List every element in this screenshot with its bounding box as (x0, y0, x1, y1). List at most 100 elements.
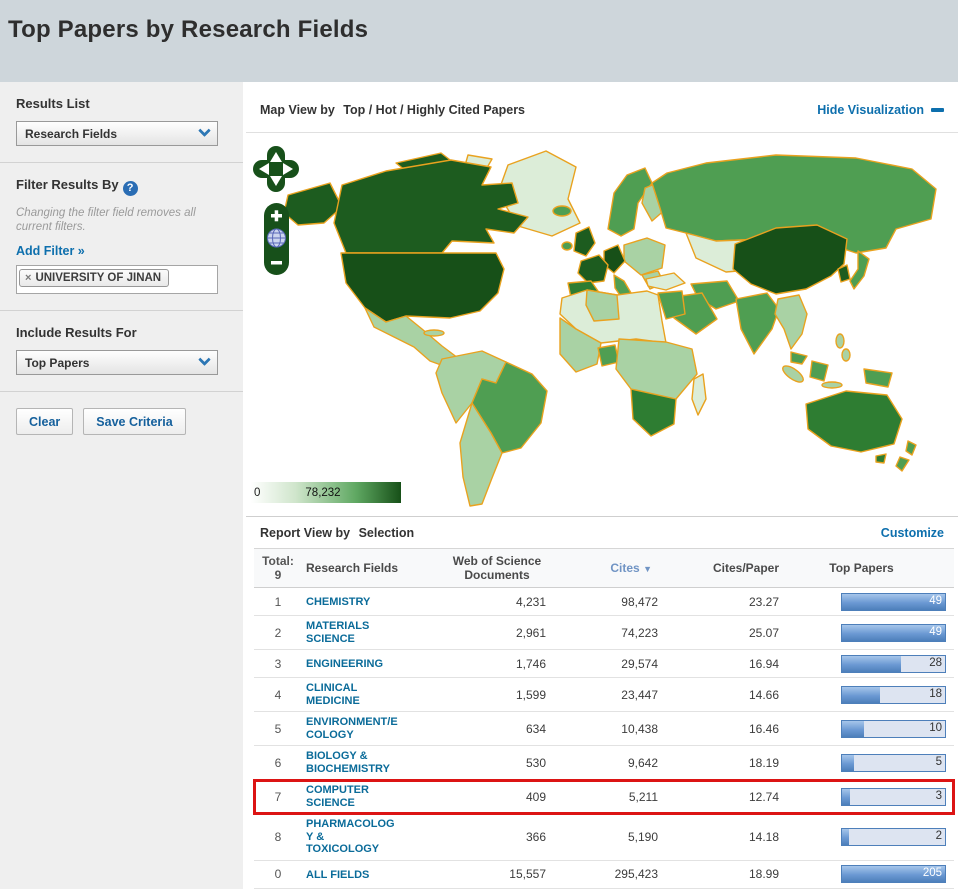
table-row: 2 MATERIALS SCIENCE 2,961 74,223 25.07 4… (254, 616, 954, 650)
row-docs: 634 (432, 722, 572, 736)
include-results-selected: Top Papers (25, 356, 89, 370)
row-cites-per-paper: 23.27 (662, 595, 787, 609)
row-rank: 3 (254, 657, 302, 671)
column-header-wos-documents: Web of Science Documents (432, 554, 572, 582)
table-header-row: Total: 9 Research Fields Web of Science … (254, 548, 954, 588)
help-icon[interactable]: ? (123, 181, 138, 196)
report-view-header: Report View by Selection Customize (246, 517, 958, 548)
top-papers-bar: 49 (841, 593, 946, 611)
filter-label: Filter Results By (16, 177, 119, 192)
table-row: 3 ENGINEERING 1,746 29,574 16.94 28 (254, 650, 954, 678)
row-cites-per-paper: 14.18 (662, 830, 787, 844)
row-rank: 0 (254, 867, 302, 881)
top-papers-bar-value: 2 (936, 830, 942, 842)
results-list-select[interactable]: Research Fields (16, 121, 218, 146)
row-cites: 74,223 (572, 626, 662, 640)
table-row: 8 PHARMACOLOGY & TOXICOLOGY 366 5,190 14… (254, 814, 954, 861)
hide-visualization-link[interactable]: Hide Visualization (817, 103, 944, 117)
top-papers-bar-value: 49 (929, 595, 942, 607)
row-field-link[interactable]: ENGINEERING (306, 658, 398, 671)
filter-note: Changing the filter field removes all cu… (16, 206, 227, 234)
row-docs: 4,231 (432, 595, 572, 609)
row-cites: 295,423 (572, 867, 662, 881)
row-field-link[interactable]: ALL FIELDS (306, 869, 398, 882)
add-filter-link[interactable]: Add Filter » (16, 244, 85, 258)
row-docs: 15,557 (432, 867, 572, 881)
main-panel: Map View by Top / Hot / Highly Cited Pap… (246, 82, 958, 889)
include-results-label: Include Results For (16, 325, 227, 340)
row-cites: 5,190 (572, 830, 662, 844)
column-header-cites-per-paper: Cites/Paper (662, 561, 787, 575)
results-list-section: Results List Research Fields (0, 82, 243, 163)
top-papers-bar-fill (842, 829, 849, 845)
top-papers-bar-fill (842, 755, 854, 771)
report-view-title: Selection (359, 526, 415, 540)
top-papers-bar: 205 (841, 865, 946, 883)
clear-button[interactable]: Clear (16, 408, 73, 435)
world-map: 0 78,232 (246, 133, 958, 517)
include-results-select[interactable]: Top Papers (16, 350, 218, 375)
include-results-section: Include Results For Top Papers (0, 311, 243, 392)
report-view-label: Report View by (260, 526, 350, 540)
map-zoom-control (264, 203, 289, 275)
column-header-research-fields: Research Fields (302, 561, 432, 575)
minus-icon (931, 108, 944, 112)
row-cites-per-paper: 16.94 (662, 657, 787, 671)
row-cites: 9,642 (572, 756, 662, 770)
top-papers-bar-value: 10 (929, 722, 942, 734)
chevron-down-icon (191, 122, 217, 145)
row-rank: 4 (254, 688, 302, 702)
top-papers-bar: 49 (841, 624, 946, 642)
row-rank: 5 (254, 722, 302, 736)
row-field-link[interactable]: ENVIRONMENT/ECOLOGY (306, 716, 398, 741)
results-list-label: Results List (16, 96, 227, 111)
row-field-link[interactable]: PHARMACOLOGY & TOXICOLOGY (306, 818, 398, 856)
table-row: 4 CLINICAL MEDICINE 1,599 23,447 14.66 1… (254, 678, 954, 712)
page-title: Top Papers by Research Fields (8, 16, 948, 44)
table-row: 1 CHEMISTRY 4,231 98,472 23.27 49 (254, 588, 954, 616)
save-criteria-button[interactable]: Save Criteria (83, 408, 185, 435)
row-field-link[interactable]: CHEMISTRY (306, 596, 398, 609)
top-papers-bar-value: 3 (936, 790, 942, 802)
top-papers-bar-fill (842, 656, 901, 672)
row-field-link[interactable]: COMPUTER SCIENCE (306, 784, 398, 809)
chevron-down-icon (191, 351, 217, 374)
row-docs: 1,599 (432, 688, 572, 702)
column-header-cites-sort[interactable]: Cites ▼ (572, 561, 662, 575)
report-table-body: 1 CHEMISTRY 4,231 98,472 23.27 49 2 MATE… (254, 588, 954, 889)
row-rank: 2 (254, 626, 302, 640)
row-field-link[interactable]: MATERIALS SCIENCE (306, 620, 398, 645)
row-rank: 1 (254, 595, 302, 609)
report-table: Total: 9 Research Fields Web of Science … (254, 548, 954, 889)
choropleth-map[interactable] (246, 133, 954, 517)
row-cites-per-paper: 25.07 (662, 626, 787, 640)
filter-tag-label: UNIVERSITY OF JINAN (35, 272, 161, 284)
results-list-selected: Research Fields (25, 127, 117, 141)
total-value: 9 (254, 568, 302, 582)
filter-input[interactable]: × UNIVERSITY OF JINAN (16, 265, 218, 294)
sort-descending-icon: ▼ (643, 564, 652, 574)
top-papers-bar: 18 (841, 686, 946, 704)
row-cites: 23,447 (572, 688, 662, 702)
row-rank: 7 (254, 790, 302, 804)
row-cites: 29,574 (572, 657, 662, 671)
map-pan-control (253, 146, 299, 192)
row-field-link[interactable]: BIOLOGY & BIOCHEMISTRY (306, 750, 398, 775)
table-row: 5 ENVIRONMENT/ECOLOGY 634 10,438 16.46 1… (254, 712, 954, 746)
row-cites-per-paper: 18.19 (662, 756, 787, 770)
row-docs: 409 (432, 790, 572, 804)
column-header-top-papers: Top Papers (787, 561, 954, 575)
legend-min: 0 (254, 487, 260, 499)
table-row: 0 ALL FIELDS 15,557 295,423 18.99 205 (254, 861, 954, 889)
row-docs: 2,961 (432, 626, 572, 640)
top-papers-bar-value: 28 (929, 657, 942, 669)
remove-filter-icon[interactable]: × (25, 272, 31, 284)
top-papers-bar-value: 49 (929, 626, 942, 638)
row-field-link[interactable]: CLINICAL MEDICINE (306, 682, 398, 707)
filter-section: Filter Results By? Changing the filter f… (0, 163, 243, 311)
row-cites-per-paper: 12.74 (662, 790, 787, 804)
row-cites-per-paper: 18.99 (662, 867, 787, 881)
customize-link[interactable]: Customize (881, 526, 944, 540)
row-docs: 366 (432, 830, 572, 844)
row-cites: 10,438 (572, 722, 662, 736)
